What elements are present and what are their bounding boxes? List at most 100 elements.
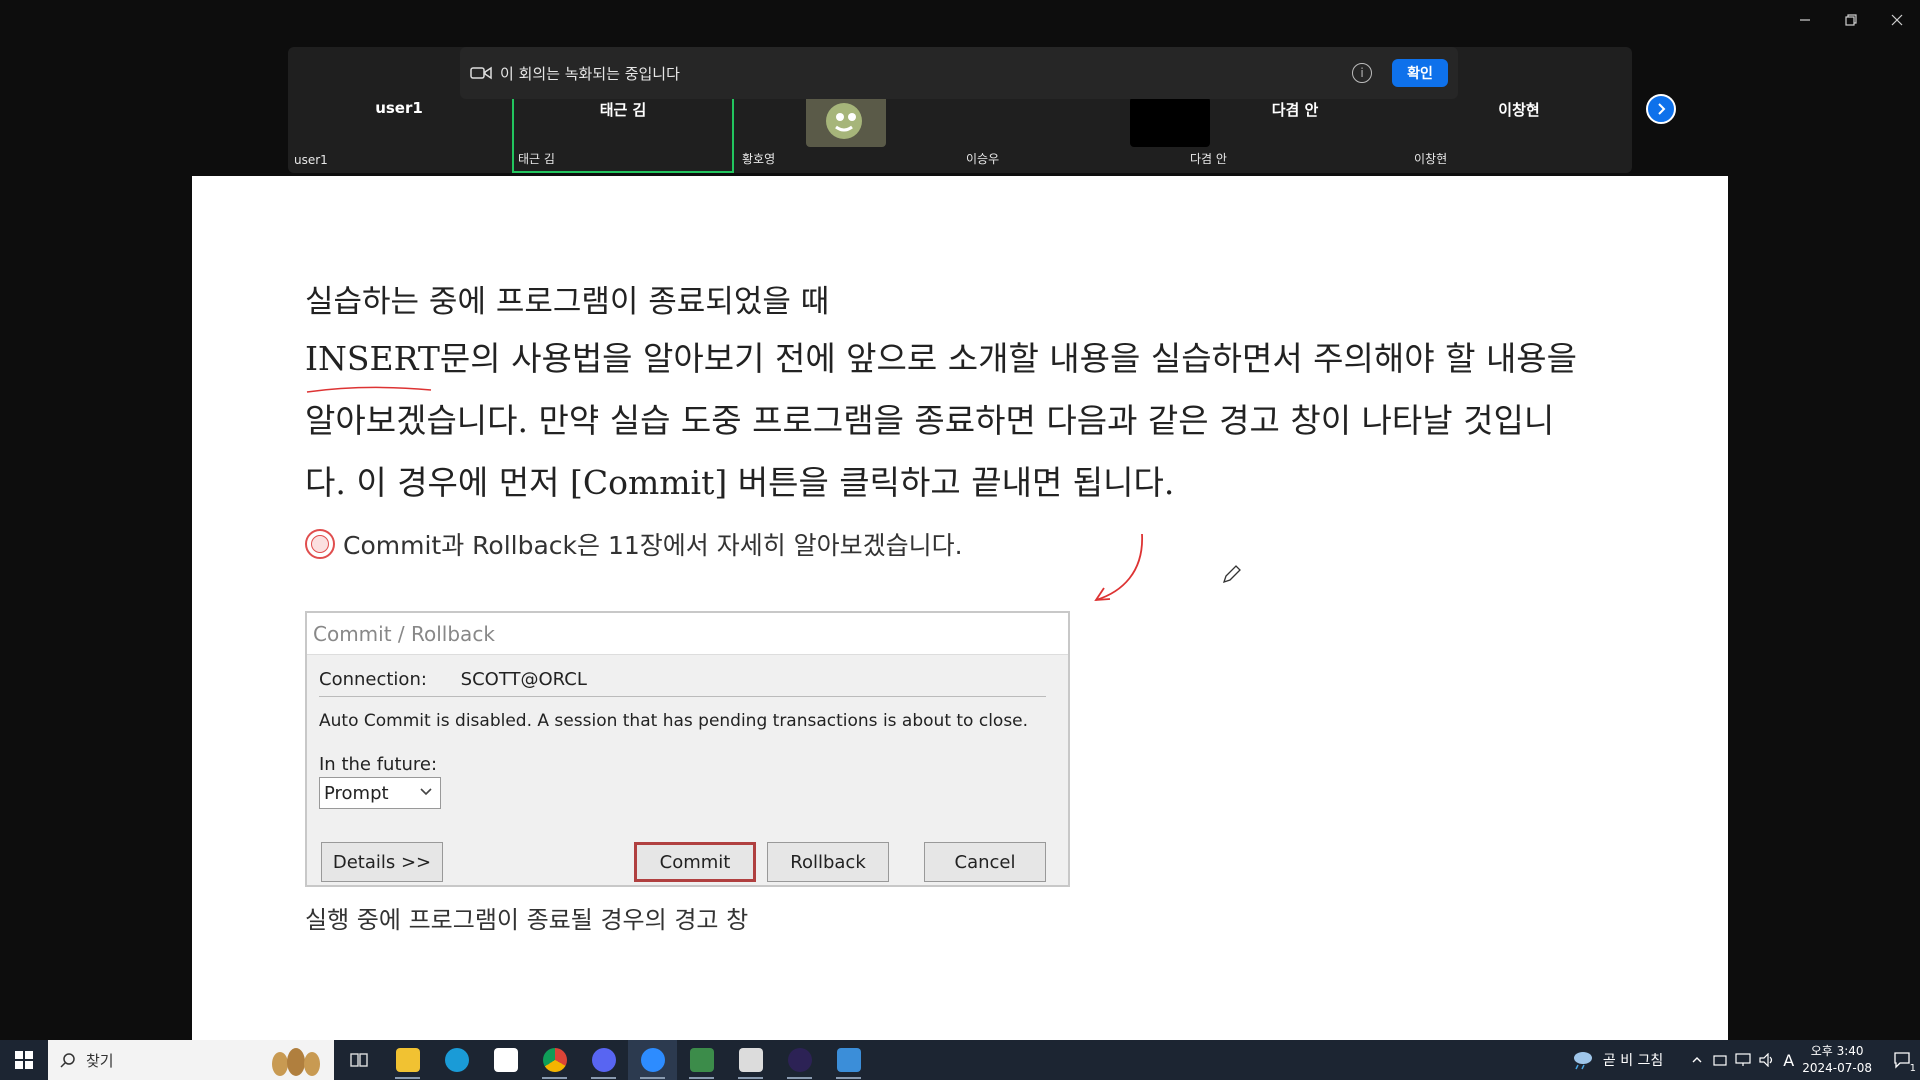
dialog-message: Auto Commit is disabled. A session that … <box>319 711 1029 731</box>
task-view-icon <box>349 1053 368 1067</box>
annotation-underline <box>306 386 432 393</box>
future-select-value: Prompt <box>324 782 389 804</box>
edge-button[interactable] <box>432 1040 481 1080</box>
commit-rollback-dialog: Commit / Rollback Connection: SCOTT@ORCL… <box>305 611 1070 887</box>
figure-caption: 실행 중에 프로그램이 종료될 경우의 경고 창 <box>305 906 749 934</box>
connection-label: Connection: <box>319 669 427 690</box>
shared-screen: 실습하는 중에 프로그램이 종료되었을 때 INSERT문의 사용법을 알아보기… <box>192 176 1728 1040</box>
running-indicator <box>640 1077 665 1079</box>
start-button[interactable] <box>0 1040 48 1080</box>
recording-banner: 이 회의는 녹화되는 중입니다 i 확인 <box>460 47 1458 99</box>
zoom-button[interactable] <box>628 1040 677 1080</box>
notification-button[interactable]: 1 <box>1884 1040 1920 1080</box>
running-indicator <box>542 1077 567 1079</box>
windows-logo-icon <box>15 1051 33 1069</box>
search-placeholder: 찾기 <box>86 1051 114 1070</box>
running-indicator <box>395 1077 420 1079</box>
eclipse-icon <box>787 1048 812 1072</box>
clock-time: 오후 3:40 <box>1810 1044 1864 1058</box>
system-tray: 곧 비 그침 A 오후 3:40 2024-07-08 1 <box>1571 1040 1920 1080</box>
running-indicator <box>689 1077 714 1079</box>
participant-label: user1 <box>294 153 328 167</box>
chevron-right-icon <box>1658 103 1666 115</box>
ime-indicator[interactable]: A <box>1783 1051 1794 1070</box>
minimize-icon <box>1800 19 1810 21</box>
restore-button[interactable] <box>1828 0 1874 40</box>
participant-label: 태근 김 <box>518 152 555 166</box>
running-indicator <box>591 1077 616 1079</box>
participant-label: 이승우 <box>966 152 1000 166</box>
confirm-button[interactable]: 확인 <box>1392 59 1448 87</box>
details-button[interactable]: Details >> <box>321 842 443 882</box>
connection-value: SCOTT@ORCL <box>460 669 587 690</box>
cancel-button[interactable]: Cancel <box>924 842 1046 882</box>
window-controls <box>1782 0 1920 40</box>
participant-avatar <box>806 95 886 147</box>
participant-label: 황호영 <box>742 152 776 166</box>
zoom-icon <box>640 1048 665 1072</box>
commit-button[interactable]: Commit <box>634 842 756 882</box>
close-button[interactable] <box>1874 0 1920 40</box>
taskbar: 찾기 곧 비 그침 A 오후 3:40 2024-07-08 1 <box>0 1040 1920 1080</box>
edge-icon <box>444 1048 469 1072</box>
pen-cursor-icon <box>1222 565 1241 584</box>
chevron-down-icon <box>420 788 432 796</box>
discord-icon <box>591 1048 616 1072</box>
close-icon <box>1891 14 1903 26</box>
search-highlight-illustration-icon <box>272 1048 320 1076</box>
weather-text[interactable]: 곧 비 그침 <box>1603 1050 1663 1070</box>
participant-label: 다겸 안 <box>1190 152 1227 166</box>
minimize-button[interactable] <box>1782 0 1828 40</box>
connection-row: Connection: SCOTT@ORCL <box>319 669 587 690</box>
tip-text: Commit과 Rollback은 11장에서 자세히 알아보겠습니다. <box>343 531 963 560</box>
chrome-button[interactable] <box>530 1040 579 1080</box>
folder-icon <box>395 1048 420 1072</box>
participant-label: 이창현 <box>1414 152 1448 166</box>
weather-rain-icon[interactable] <box>1571 1050 1595 1070</box>
store-icon <box>493 1048 518 1072</box>
notification-icon <box>1894 1052 1910 1069</box>
annotation-arrow <box>1094 533 1143 602</box>
notepad-button[interactable] <box>726 1040 775 1080</box>
chevron-up-icon[interactable] <box>1691 1054 1703 1066</box>
divider <box>319 696 1046 697</box>
participant-name: 이창현 <box>1498 101 1540 119</box>
meet-now-icon[interactable] <box>1713 1053 1727 1067</box>
running-indicator <box>787 1077 812 1079</box>
clock[interactable]: 오후 3:40 2024-07-08 <box>1802 1043 1872 1077</box>
video-camera-icon <box>470 66 492 80</box>
participant-name: 다겸 안 <box>1271 101 1319 119</box>
paint-icon <box>836 1048 861 1072</box>
eclipse-button[interactable] <box>775 1040 824 1080</box>
chrome-icon <box>542 1048 567 1072</box>
info-icon[interactable]: i <box>1352 63 1372 83</box>
taskbar-search[interactable]: 찾기 <box>48 1040 334 1080</box>
task-view-button[interactable] <box>334 1040 383 1080</box>
recording-notice-text: 이 회의는 녹화되는 중입니다 <box>500 64 680 83</box>
future-select[interactable]: Prompt <box>319 777 441 809</box>
running-indicator <box>738 1077 763 1079</box>
participant-name: user1 <box>375 99 423 117</box>
smile-icon <box>305 529 335 559</box>
network-icon[interactable] <box>1735 1053 1751 1067</box>
app-button[interactable] <box>677 1040 726 1080</box>
media-app-icon <box>689 1048 714 1072</box>
clock-date: 2024-07-08 <box>1802 1061 1872 1075</box>
next-participants-button[interactable] <box>1646 94 1676 124</box>
paint-button[interactable] <box>824 1040 873 1080</box>
section-heading: 실습하는 중에 프로그램이 종료되었을 때 <box>305 284 830 320</box>
discord-button[interactable] <box>579 1040 628 1080</box>
volume-icon[interactable] <box>1759 1053 1775 1067</box>
future-label: In the future: <box>319 754 438 775</box>
file-explorer-button[interactable] <box>383 1040 432 1080</box>
body-paragraph: INSERT문의 사용법을 알아보기 전에 앞으로 소개할 내용을 실습하면서 … <box>305 339 1578 502</box>
restore-icon <box>1845 14 1857 26</box>
store-button[interactable] <box>481 1040 530 1080</box>
search-icon <box>60 1053 75 1068</box>
notification-count: 1 <box>1909 1063 1916 1074</box>
running-indicator <box>836 1077 861 1079</box>
dialog-title: Commit / Rollback <box>307 613 1068 655</box>
participant-name: 태근 김 <box>599 101 647 119</box>
rollback-button[interactable]: Rollback <box>767 842 889 882</box>
notepad-icon <box>738 1048 763 1072</box>
